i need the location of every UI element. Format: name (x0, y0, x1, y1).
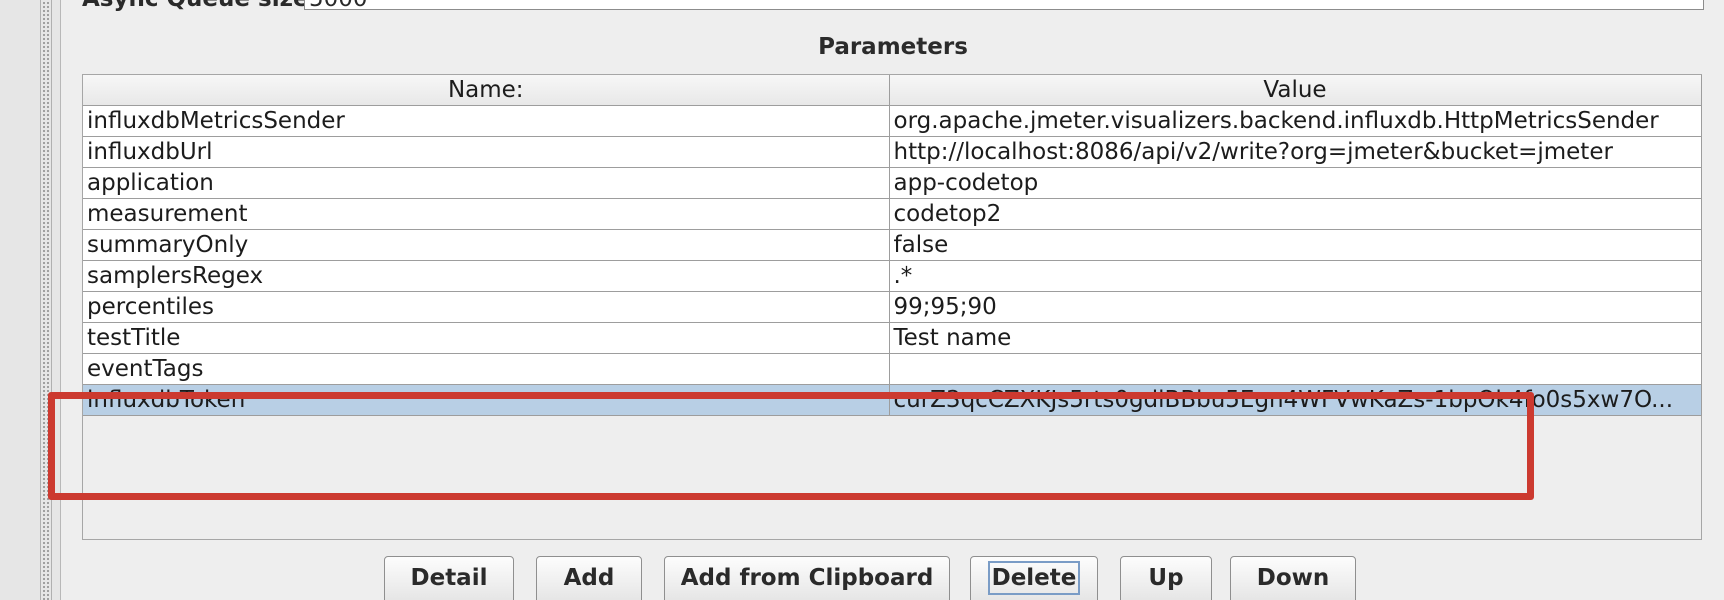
param-value-cell[interactable]: http://localhost:8086/api/v2/write?org=j… (889, 136, 1702, 168)
param-value-cell[interactable]: 99;95;90 (889, 291, 1702, 323)
column-header-value[interactable]: Value (889, 75, 1702, 106)
table-row[interactable]: percentiles 99;95;90 (83, 291, 1702, 323)
table-row[interactable]: summaryOnly false (83, 229, 1702, 261)
table-row[interactable]: samplersRegex .* (83, 260, 1702, 292)
table-row[interactable]: application app-codetop (83, 167, 1702, 199)
async-queue-label: Async Queue size (82, 0, 309, 12)
detail-button[interactable]: Detail (384, 556, 514, 600)
add-button[interactable]: Add (536, 556, 642, 600)
up-button[interactable]: Up (1120, 556, 1212, 600)
param-name-cell[interactable]: percentiles (83, 291, 890, 323)
param-name-cell[interactable]: influxdbMetricsSender (83, 105, 890, 137)
table-row[interactable]: measurement codetop2 (83, 198, 1702, 230)
content-area: Async Queue size 5000 Parameters Name: V… (48, 0, 1724, 600)
async-queue-row: Async Queue size 5000 (82, 0, 1704, 12)
param-name-cell[interactable]: testTitle (83, 322, 890, 354)
parameters-title: Parameters (818, 34, 968, 60)
table-header-row: Name: Value (83, 75, 1702, 106)
window-left-edge (0, 0, 61, 600)
table-row-selected[interactable]: influxdbToken curZ3qcCZXKJs5rts0gdlBBbu5… (83, 384, 1702, 416)
param-name-cell[interactable]: influxdbUrl (83, 136, 890, 168)
param-value-cell[interactable]: org.apache.jmeter.visualizers.backend.in… (889, 105, 1702, 137)
param-name-cell[interactable]: samplersRegex (83, 260, 890, 292)
table-row[interactable]: eventTags (83, 353, 1702, 385)
column-header-name[interactable]: Name: (83, 75, 890, 106)
delete-button[interactable]: Delete (970, 556, 1098, 600)
jmeter-backend-listener-panel: Async Queue size 5000 Parameters Name: V… (0, 0, 1724, 600)
add-from-clipboard-button[interactable]: Add from Clipboard (664, 556, 950, 600)
param-value-cell[interactable]: curZ3qcCZXKJs5rts0gdlBBbu5Egn4WFVwKaZs-1… (889, 384, 1702, 416)
async-queue-input[interactable]: 5000 (304, 0, 1704, 11)
param-value-cell[interactable]: false (889, 229, 1702, 261)
param-name-cell[interactable]: summaryOnly (83, 229, 890, 261)
param-name-cell[interactable]: eventTags (83, 353, 890, 385)
down-button[interactable]: Down (1230, 556, 1356, 600)
table-row[interactable]: influxdbMetricsSender org.apache.jmeter.… (83, 105, 1702, 137)
param-value-cell[interactable]: app-codetop (889, 167, 1702, 199)
param-name-cell[interactable]: application (83, 167, 890, 199)
parameters-button-bar: Detail Add Add from Clipboard Delete Up … (62, 556, 1724, 600)
parameters-table-panel: Name: Value influxdbMetricsSender org.ap… (82, 74, 1702, 540)
delete-button-label: Delete (987, 561, 1081, 595)
param-name-cell[interactable]: influxdbToken (83, 384, 890, 416)
parameters-table: Name: Value influxdbMetricsSender org.ap… (83, 75, 1702, 416)
param-value-cell[interactable] (889, 353, 1702, 385)
param-value-cell[interactable]: codetop2 (889, 198, 1702, 230)
table-row[interactable]: testTitle Test name (83, 322, 1702, 354)
table-row[interactable]: influxdbUrl http://localhost:8086/api/v2… (83, 136, 1702, 168)
param-value-cell[interactable]: .* (889, 260, 1702, 292)
split-pane-divider[interactable] (40, 0, 52, 600)
param-name-cell[interactable]: measurement (83, 198, 890, 230)
param-value-cell[interactable]: Test name (889, 322, 1702, 354)
